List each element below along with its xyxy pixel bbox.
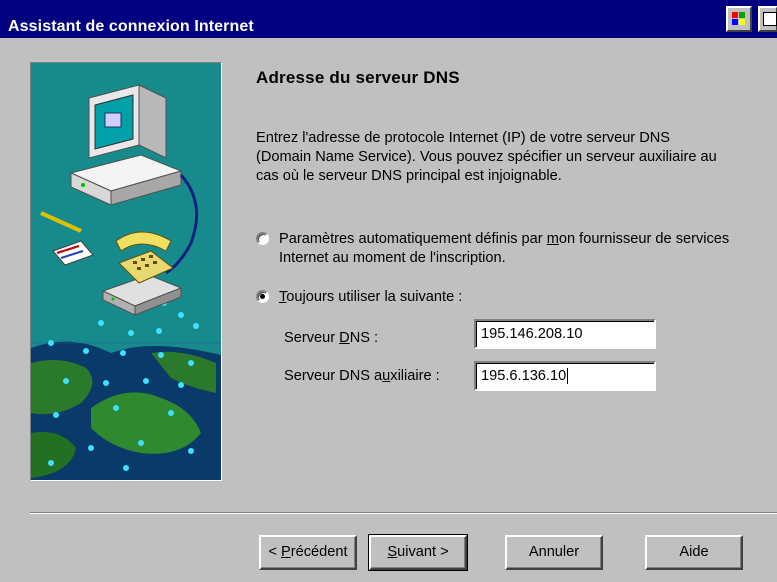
window-app-icon[interactable] [758, 6, 777, 32]
page-heading: Adresse du serveur DNS [256, 68, 460, 87]
radio-auto-label: Paramètres automatiquement définis par m… [279, 231, 730, 266]
dns-secondary-input[interactable]: 195.6.136.10 [474, 361, 656, 391]
radio-manual-indicator[interactable] [256, 290, 269, 303]
dns-primary-label: Serveur DNS : [284, 330, 379, 346]
cancel-button[interactable]: Annuler [505, 535, 603, 570]
dns-secondary-label: Serveur DNS auxiliaire : [284, 368, 440, 384]
radio-manual-label: Toujours utiliser la suivante : [279, 289, 463, 305]
window-tile-icon[interactable] [726, 6, 752, 32]
radio-auto-indicator[interactable] [256, 232, 269, 245]
title-bar: Assistant de connexion Internet [0, 0, 777, 38]
radio-auto-dns[interactable]: Paramètres automatiquement définis par m… [256, 230, 777, 268]
next-button[interactable]: Suivant > [368, 534, 468, 571]
wizard-illustration [30, 62, 222, 481]
radio-manual-dns[interactable]: Toujours utiliser la suivante : [256, 288, 462, 307]
window-title: Assistant de connexion Internet [8, 18, 254, 35]
dns-primary-input[interactable]: 195.146.208.10 [474, 319, 656, 349]
separator [30, 512, 777, 514]
text-caret [567, 368, 569, 385]
page-description: Entrez l'adresse de protocole Internet (… [256, 130, 717, 184]
help-button[interactable]: Aide [645, 535, 743, 570]
back-button[interactable]: < Précédent [259, 535, 357, 570]
